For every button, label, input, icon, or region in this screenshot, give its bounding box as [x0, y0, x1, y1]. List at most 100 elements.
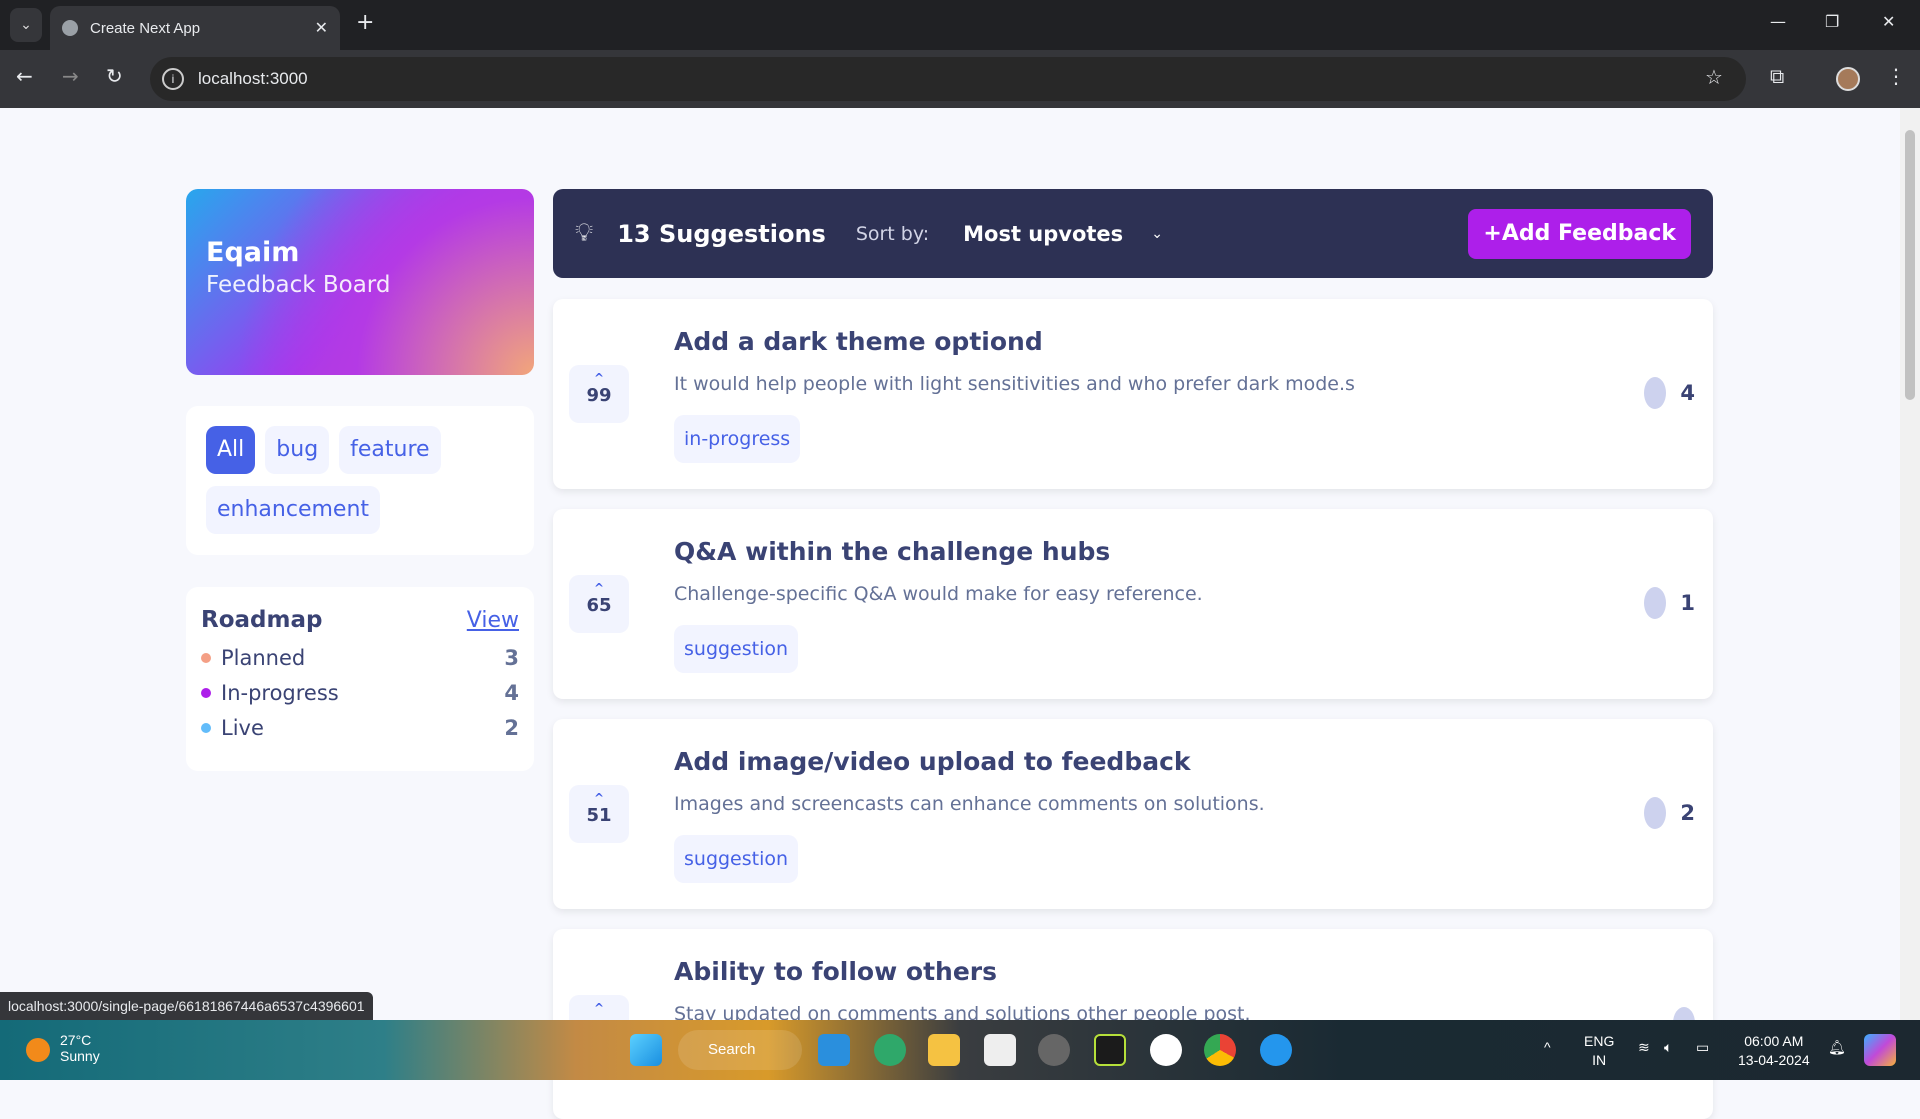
suggestion-title[interactable]: Q&A within the challenge hubs — [674, 537, 1110, 566]
suggestion-tag: suggestion — [674, 625, 799, 673]
clock[interactable]: 06:00 AM 13-04-2024 — [1738, 1032, 1810, 1070]
filter-card: All bug feature enhancement — [186, 406, 534, 555]
scrollbar[interactable] — [1900, 108, 1920, 1020]
scrollbar-thumb[interactable] — [1905, 130, 1915, 400]
add-feedback-button[interactable]: +Add Feedback — [1468, 208, 1691, 259]
suggestion-card[interactable]: ^ 65 Q&A within the challenge hubs Challe… — [553, 509, 1713, 699]
suggestion-title[interactable]: Add image/video upload to feedback — [674, 747, 1191, 776]
roadmap-item-planned: Planned 3 — [201, 645, 519, 670]
upvote-button[interactable]: ^ 51 — [569, 785, 629, 843]
upvote-button[interactable]: ^ 99 — [569, 365, 629, 423]
status-dot — [201, 722, 211, 733]
reload-icon[interactable]: ↻ — [106, 64, 123, 88]
copilot-icon[interactable] — [1864, 1034, 1896, 1066]
comment-icon — [1644, 377, 1667, 409]
battery-icon[interactable]: ▭ — [1696, 1038, 1709, 1057]
suggestion-tag: in-progress — [674, 415, 801, 463]
filter-all[interactable]: All — [206, 426, 256, 474]
address-toolbar: ← → ↻ i localhost:3000 ☆ ⧉ ⋮ — [0, 50, 1920, 108]
comment-count: 2 — [1680, 801, 1695, 825]
suggestion-count: 13 Suggestions — [617, 219, 826, 248]
roadmap-label: Planned — [221, 645, 306, 670]
comments: 4 — [1644, 377, 1695, 409]
roadmap-label: In-progress — [221, 680, 339, 705]
forward-icon[interactable]: → — [62, 64, 79, 88]
new-tab-button[interactable]: + — [356, 10, 374, 35]
comments: 2 — [1644, 797, 1695, 829]
globe-icon — [62, 20, 78, 36]
extensions-icon[interactable]: ⧉ — [1770, 64, 1784, 88]
windows-start-icon[interactable] — [630, 1034, 662, 1066]
comment-count: 1 — [1680, 591, 1695, 615]
tab-search-button[interactable]: ⌄ — [10, 8, 42, 42]
date-text: 13-04-2024 — [1738, 1052, 1810, 1068]
suggestion-card[interactable]: ^ 51 Add image/video upload to feedback I… — [553, 719, 1713, 909]
wifi-icon[interactable]: ≋ — [1638, 1038, 1650, 1057]
chrome-icon[interactable] — [1204, 1034, 1236, 1066]
edge-icon[interactable] — [874, 1034, 906, 1066]
comment-icon — [1644, 587, 1667, 619]
lang-text: ENG — [1584, 1033, 1615, 1049]
address-bar[interactable]: i localhost:3000 — [150, 57, 1746, 101]
language-indicator[interactable]: ENG IN — [1584, 1032, 1614, 1070]
pycharm-icon[interactable] — [1094, 1034, 1126, 1066]
site-info-icon[interactable]: i — [162, 68, 184, 90]
suggestion-description: Challenge-specific Q&A would make for ea… — [674, 583, 1203, 605]
profile-avatar[interactable] — [1836, 67, 1860, 91]
chevron-up-icon[interactable]: ^ — [1544, 1038, 1551, 1057]
vscode-icon[interactable] — [818, 1034, 850, 1066]
taskbar-search[interactable]: Search — [678, 1030, 802, 1070]
menu-icon[interactable]: ⋮ — [1886, 64, 1906, 88]
comments: 1 — [1644, 587, 1695, 619]
close-tab-icon[interactable]: ✕ — [315, 18, 328, 38]
suggestion-card[interactable]: ^ 99 Add a dark theme optiond It would he… — [553, 299, 1713, 489]
lightbulb-icon: 💡︎ — [575, 218, 594, 248]
brand-name: Eqaim — [206, 237, 300, 268]
temperature: 27°C — [60, 1032, 92, 1048]
chevron-up-icon: ^ — [593, 581, 605, 595]
suggestion-title[interactable]: Ability to follow others — [674, 957, 997, 986]
volume-icon[interactable]: 🔈︎ — [1664, 1038, 1672, 1057]
url-text: localhost:3000 — [198, 69, 308, 88]
restore-button[interactable]: ❐ — [1825, 12, 1839, 31]
roadmap-count: 4 — [504, 680, 519, 705]
close-window-button[interactable]: ✕ — [1882, 12, 1895, 31]
suggestions-header: 💡︎ 13 Suggestions Sort by: Most upvotes … — [553, 189, 1713, 278]
brand-subtitle: Feedback Board — [206, 272, 391, 298]
docker-icon[interactable] — [1260, 1034, 1292, 1066]
chevron-up-icon: ^ — [593, 791, 605, 805]
filter-bug[interactable]: bug — [265, 426, 330, 474]
filter-enhancement[interactable]: enhancement — [206, 486, 381, 534]
suggestion-tag: suggestion — [674, 835, 799, 883]
notification-bell-icon[interactable]: 🔔︎ — [1828, 1038, 1846, 1057]
settings-icon[interactable] — [1038, 1034, 1070, 1066]
bookmark-star-icon[interactable]: ☆ — [1705, 65, 1723, 89]
back-icon[interactable]: ← — [16, 64, 33, 88]
upvote-button[interactable]: ^ 65 — [569, 575, 629, 633]
roadmap-label: Live — [221, 715, 264, 740]
filter-feature[interactable]: feature — [339, 426, 441, 474]
suggestion-title[interactable]: Add a dark theme optiond — [674, 327, 1043, 356]
roadmap-view-link[interactable]: View — [467, 608, 519, 633]
weather-widget[interactable]: 27°C Sunny — [26, 1032, 100, 1064]
sort-label: Sort by: — [855, 222, 930, 245]
mongodb-compass-icon[interactable] — [1150, 1034, 1182, 1066]
sort-dropdown[interactable]: Most upvotes — [963, 222, 1123, 246]
file-explorer-icon[interactable] — [928, 1034, 960, 1066]
suggestion-description: It would help people with light sensitiv… — [674, 373, 1355, 395]
chevron-up-icon: ^ — [593, 1001, 605, 1015]
chevron-down-icon[interactable]: ⌄ — [1151, 226, 1163, 242]
browser-tab-bar: ⌄ Create Next App ✕ + — ❐ ✕ — [0, 0, 1920, 50]
link-status-bar: localhost:3000/single-page/66181867446a6… — [0, 992, 373, 1020]
status-dot — [201, 687, 211, 698]
minimize-button[interactable]: — — [1770, 12, 1786, 31]
tab-title: Create Next App — [90, 19, 201, 37]
region-text: IN — [1592, 1052, 1607, 1068]
windows-taskbar: 27°C Sunny Search ^ ENG IN ≋ 🔈︎ ▭ 06:00 AM… — [0, 1020, 1920, 1080]
chevron-up-icon: ^ — [593, 371, 605, 385]
store-icon[interactable] — [984, 1034, 1016, 1066]
roadmap-item-live: Live 2 — [201, 715, 519, 740]
suggestion-description: Images and screencasts can enhance comme… — [674, 793, 1265, 815]
upvote-count: 65 — [586, 595, 612, 616]
browser-tab[interactable]: Create Next App ✕ — [50, 6, 340, 50]
